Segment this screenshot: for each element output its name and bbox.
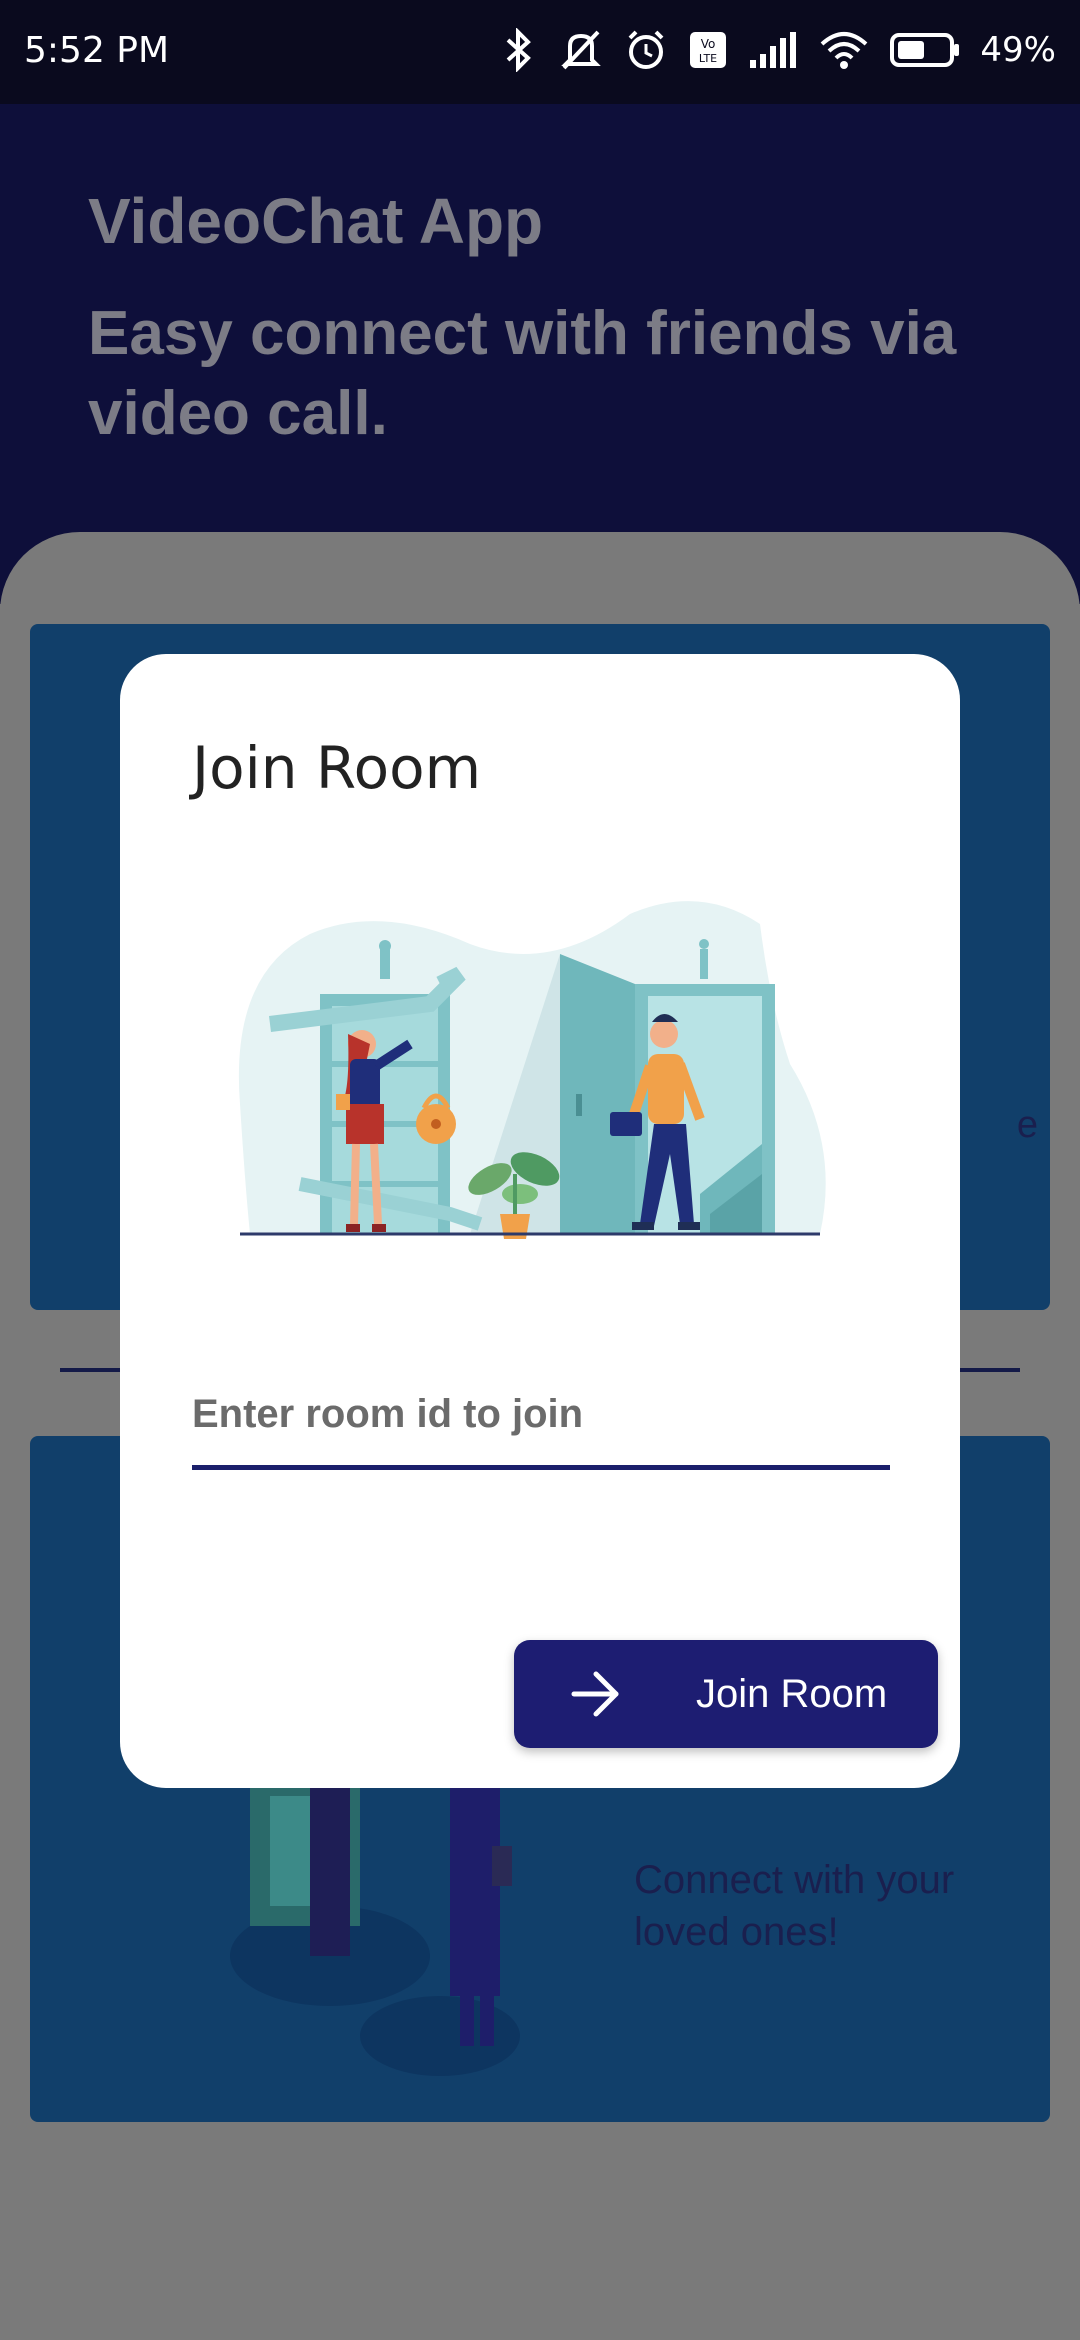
alarm-icon	[629, 30, 664, 69]
bluetooth-icon	[507, 28, 532, 72]
card-caption: Connect with your loved ones!	[634, 1858, 955, 1954]
app-header: VideoChat App Easy connect with friends …	[0, 104, 1080, 604]
room-id-field	[192, 1354, 890, 1470]
mute-icon	[561, 30, 602, 70]
join-room-dialog: Join Room Enter room id to join Join Roo…	[120, 654, 960, 1788]
room-id-input[interactable]	[192, 1354, 890, 1465]
app-title: VideoChat App	[88, 185, 544, 257]
battery-percent: 49%	[980, 30, 1056, 70]
volte-icon: VoLTE	[690, 32, 727, 68]
battery-icon	[890, 33, 960, 67]
signal-icon	[750, 32, 797, 68]
app-tagline: Easy connect with friends via video call…	[88, 299, 957, 448]
status-bar: 5:52 PM Vo LTE 49%	[0, 0, 1080, 104]
people-illustration	[230, 1776, 520, 2076]
status-time: 5:52 PM	[24, 30, 170, 71]
join-room-button[interactable]: Join Room	[514, 1640, 938, 1748]
join-room-button-label: Join Room	[696, 1671, 888, 1716]
arrow-right-icon	[571, 1671, 619, 1717]
status-icons: Vo LTE 49%	[498, 28, 1056, 72]
svg-text:LTE: LTE	[699, 52, 717, 65]
svg-text:Vo: Vo	[701, 37, 716, 51]
card-peek-text: e	[1016, 1104, 1038, 1146]
dialog-title: Join Room	[192, 734, 482, 802]
wifi-icon	[821, 32, 868, 69]
door-illustration	[238, 901, 826, 1239]
